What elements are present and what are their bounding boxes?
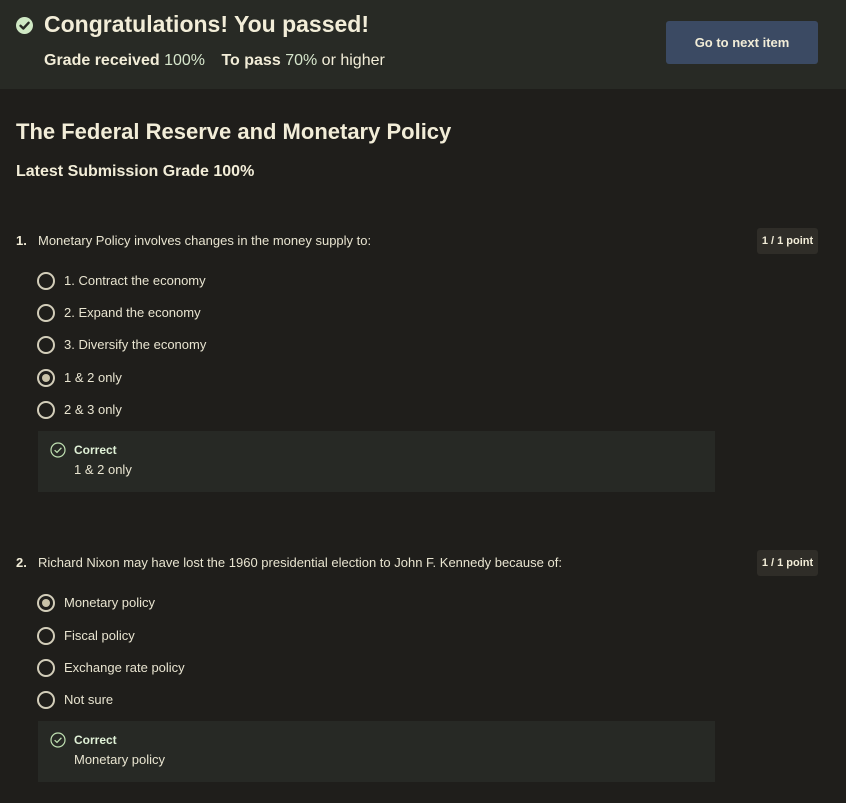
answer-option-label: 2. Expand the economy [64,305,201,320]
radio-button[interactable] [37,304,55,322]
feedback-box: Correct 1 & 2 only [38,431,715,492]
pass-banner: Congratulations! You passed! Grade recei… [0,0,846,89]
question-text: Richard Nixon may have lost the 1960 pre… [38,555,562,570]
pass-title: Congratulations! You passed! [44,11,370,37]
answer-option-label: Monetary policy [64,595,156,610]
check-circle-outline-icon [50,442,66,462]
answer-option-label: Not sure [64,692,114,707]
answer-option-label: 3. Diversify the economy [64,337,207,352]
question-number: 1. [16,233,27,248]
feedback-answer: Monetary policy [74,752,166,767]
page-title: The Federal Reserve and Monetary Policy [16,119,452,144]
points-badge: 1 / 1 point [757,228,818,254]
radio-button-selected[interactable] [37,594,55,612]
answer-option-label: 2 & 3 only [64,402,122,417]
grade-received-value: 100% [164,52,205,69]
feedback-box: Correct Monetary policy [38,721,715,782]
feedback-answer: 1 & 2 only [74,462,132,477]
go-to-next-item-button[interactable]: Go to next item [666,21,818,64]
feedback-title: Correct [74,443,117,457]
question-number: 2. [16,555,27,570]
to-pass-suffix: or higher [321,52,385,69]
check-circle-outline-icon [50,732,66,752]
feedback-title: Correct [74,733,117,747]
radio-button[interactable] [37,272,55,290]
grade-summary: Grade received 100% To pass 70% or highe… [44,52,385,70]
check-circle-icon [16,17,33,34]
submission-grade: Latest Submission Grade 100% [16,163,255,180]
to-pass-value: 70% [285,52,318,69]
points-badge: 1 / 1 point [757,550,818,576]
answer-option-label: Exchange rate policy [64,660,185,675]
radio-button[interactable] [37,659,55,677]
radio-button[interactable] [37,336,55,354]
radio-button[interactable] [37,627,55,645]
radio-button-selected[interactable] [37,369,55,387]
question-text: Monetary Policy involves changes in the … [38,233,372,248]
answer-option-label: Fiscal policy [64,628,135,643]
to-pass-label: To pass [221,52,281,69]
answer-option-label: 1 & 2 only [64,370,122,385]
radio-button[interactable] [37,691,55,709]
answer-option-label: 1. Contract the economy [64,273,206,288]
radio-button[interactable] [37,401,55,419]
grade-received-label: Grade received [44,52,160,69]
